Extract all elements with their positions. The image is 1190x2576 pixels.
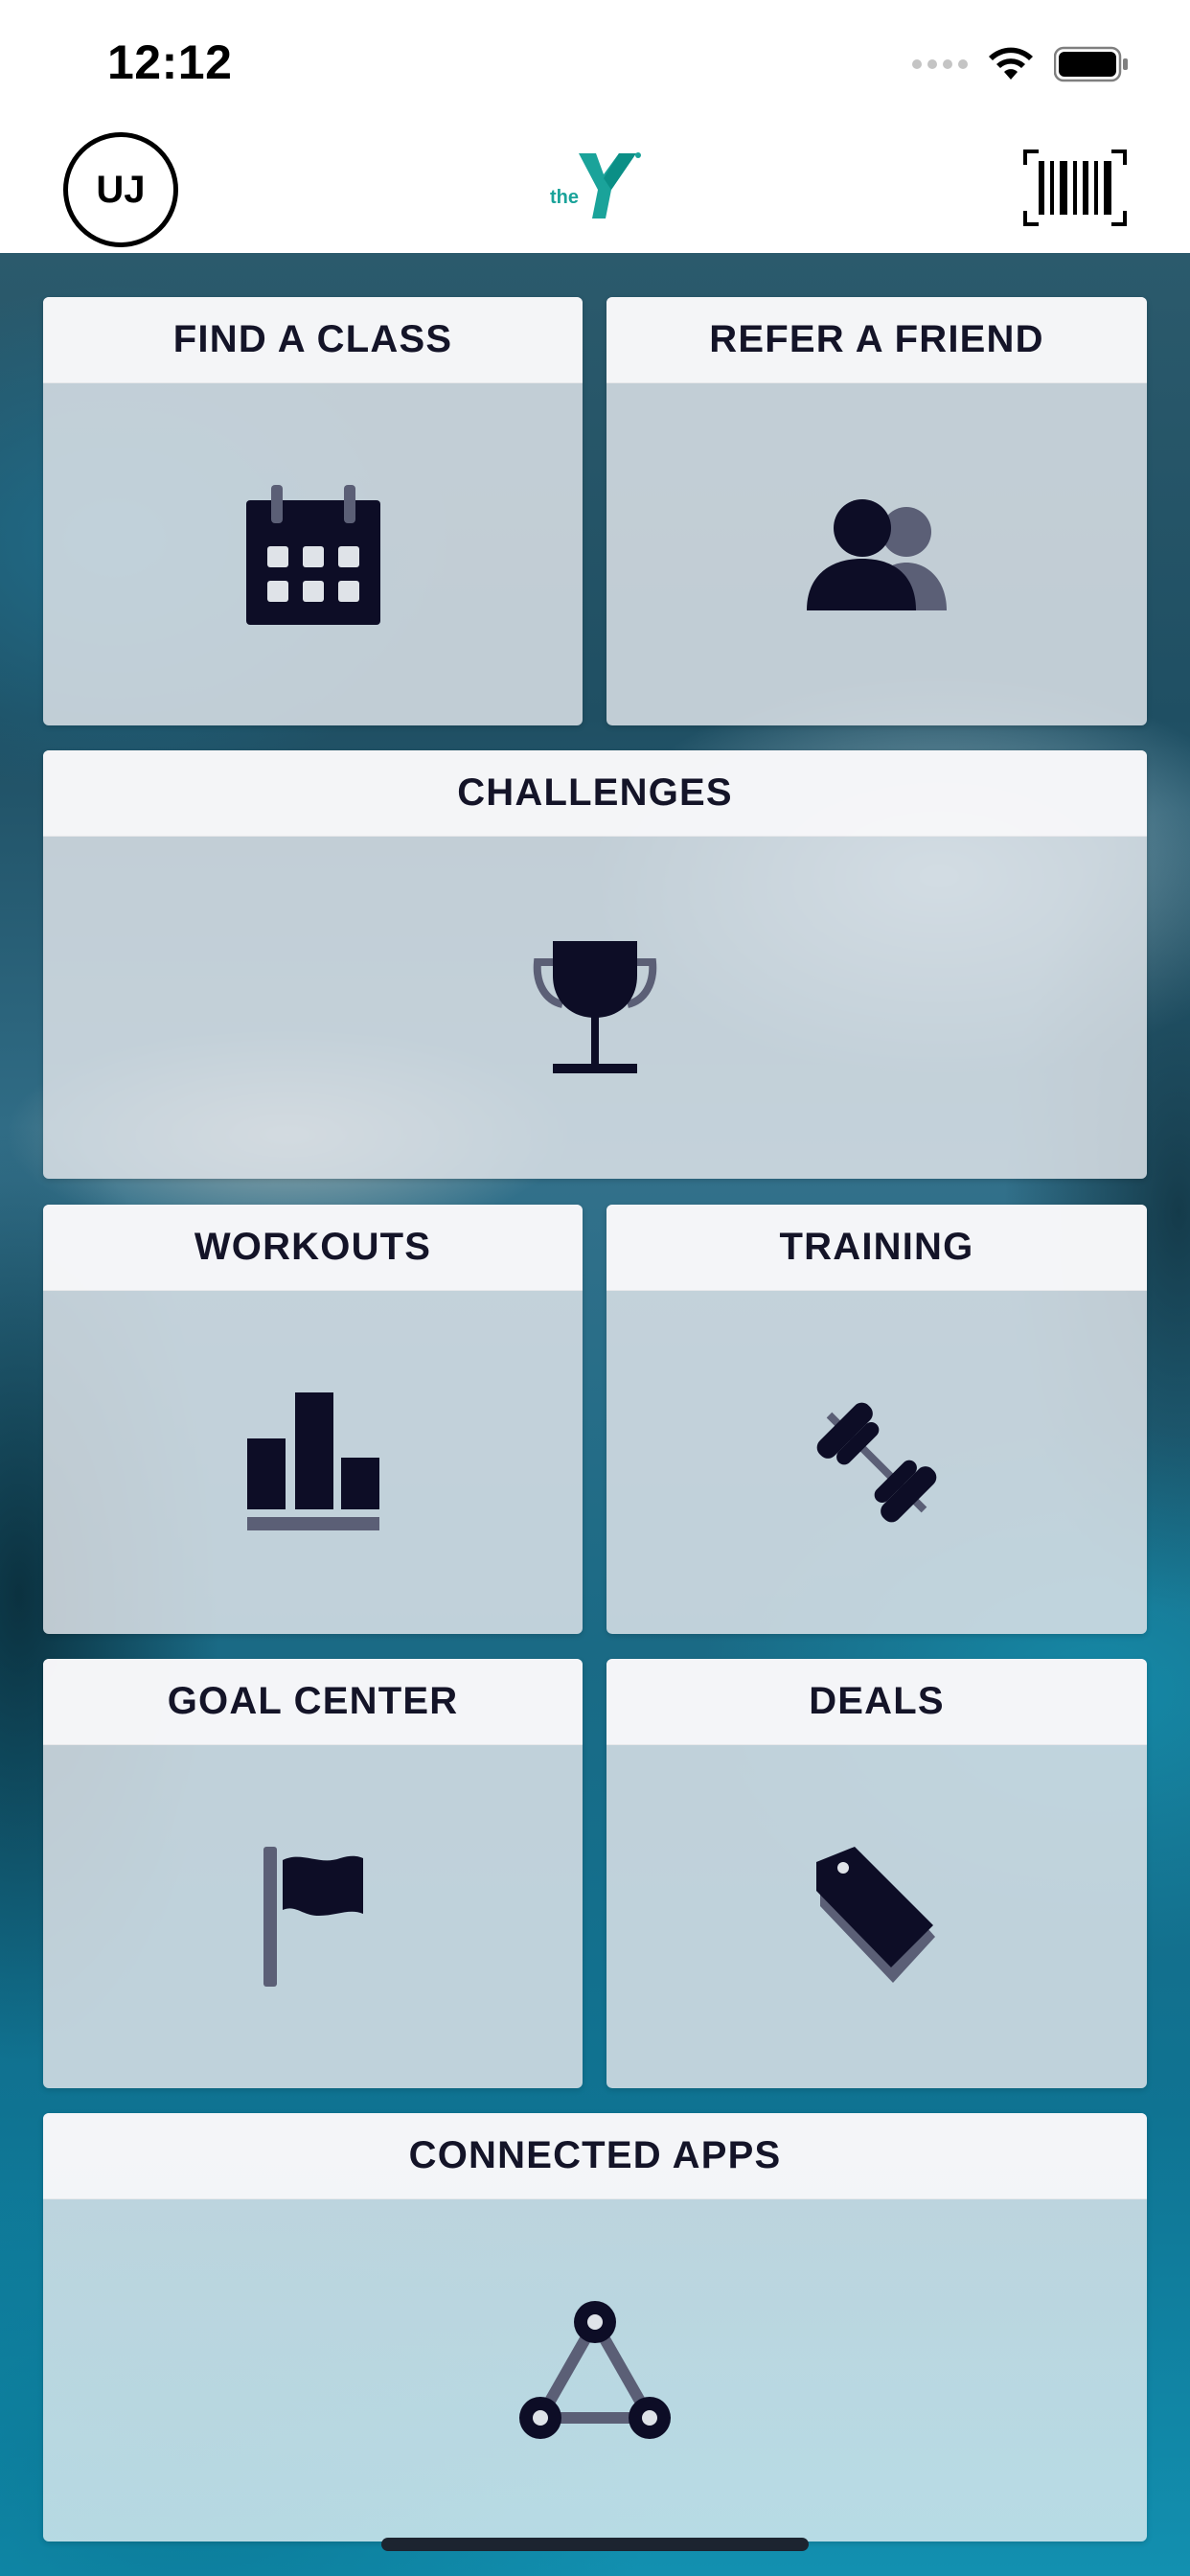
avatar-button[interactable]: UJ — [63, 132, 178, 247]
cellular-signal-icon — [912, 59, 968, 69]
tile-title: CONNECTED APPS — [43, 2113, 1147, 2199]
tile-workouts[interactable]: WORKOUTS — [43, 1205, 583, 1634]
tile-connected-apps[interactable]: CONNECTED APPS — [43, 2113, 1147, 2542]
network-icon — [519, 2300, 671, 2439]
ymca-logo: the — [546, 148, 646, 228]
tile-refer-a-friend[interactable]: REFER A FRIEND — [606, 297, 1147, 725]
barcode-button[interactable] — [1021, 148, 1129, 228]
status-bar: 12:12 — [0, 0, 1190, 126]
tile-title: GOAL CENTER — [43, 1659, 583, 1745]
tile-find-a-class[interactable]: FIND A CLASS — [43, 297, 583, 725]
calendar-icon — [245, 484, 380, 625]
barcode-icon — [1023, 150, 1127, 226]
tile-goal-center[interactable]: GOAL CENTER — [43, 1659, 583, 2088]
tag-icon — [816, 1847, 935, 1983]
tile-title: DEALS — [606, 1659, 1147, 1745]
tile-deals[interactable]: DEALS — [606, 1659, 1147, 2088]
tile-challenges[interactable]: CHALLENGES — [43, 750, 1147, 1179]
app-header: UJ the — [0, 126, 1190, 253]
status-icons — [912, 42, 1129, 86]
avatar-initials: UJ — [96, 168, 146, 211]
status-time: 12:12 — [107, 35, 233, 89]
wifi-icon — [989, 47, 1033, 80]
battery-icon — [1054, 46, 1128, 82]
flag-icon — [263, 1847, 363, 1987]
dumbbell-icon — [816, 1402, 937, 1523]
people-icon — [807, 498, 947, 610]
tile-title: WORKOUTS — [43, 1205, 583, 1291]
bar-chart-icon — [246, 1392, 379, 1530]
trophy-icon — [533, 940, 657, 1073]
tile-title: FIND A CLASS — [43, 297, 583, 383]
tile-title: TRAINING — [606, 1205, 1147, 1291]
home-indicator[interactable] — [381, 2538, 809, 2551]
tile-title: CHALLENGES — [43, 750, 1147, 837]
logo-the-text: the — [550, 187, 579, 208]
tile-title: REFER A FRIEND — [606, 297, 1147, 383]
tile-training[interactable]: TRAINING — [606, 1205, 1147, 1634]
